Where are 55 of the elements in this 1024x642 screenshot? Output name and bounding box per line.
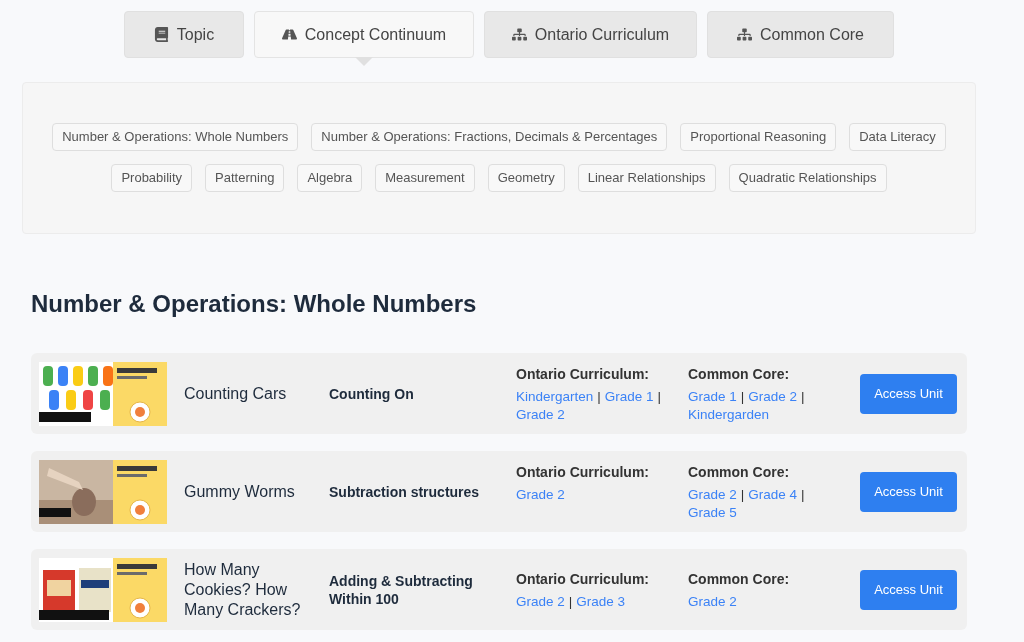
curriculum-heading: Ontario Curriculum: <box>516 364 650 384</box>
curriculum-heading: Ontario Curriculum: <box>516 462 650 482</box>
grade-link[interactable]: Grade 1 <box>688 387 737 406</box>
curriculum-heading: Common Core: <box>688 364 791 384</box>
tab[interactable]: Ontario Curriculum <box>484 11 697 58</box>
topic-tag[interactable]: Patterning <box>205 164 285 192</box>
separator: | <box>597 387 601 406</box>
unit-title: Counting Cars <box>184 383 288 404</box>
tab[interactable]: Common Core <box>707 11 894 58</box>
unit-title: Gummy Worms <box>184 481 296 502</box>
curriculum-heading: Ontario Curriculum: <box>516 569 650 589</box>
topic-tag[interactable]: Linear Relationships <box>577 164 716 192</box>
tab[interactable]: Topic <box>124 11 244 58</box>
topic-tag[interactable]: Number & Operations: Whole Numbers <box>52 123 299 151</box>
topic-tag[interactable]: Probability <box>111 164 193 192</box>
grade-link[interactable]: Kindergarden <box>688 405 770 424</box>
separator: | <box>657 387 662 406</box>
access-unit-button[interactable]: Access Unit <box>860 569 957 610</box>
separator: | <box>801 387 805 406</box>
grade-link[interactable]: Grade 4 <box>748 485 798 504</box>
topic-tag[interactable]: Geometry <box>487 164 565 192</box>
separator: | <box>801 485 805 504</box>
separator: | <box>568 592 573 611</box>
grade-link[interactable]: Grade 1 <box>604 387 654 406</box>
grade-link[interactable]: Grade 2 <box>516 485 565 504</box>
access-unit-button[interactable]: Access Unit <box>860 471 957 512</box>
grade-link[interactable]: Grade 3 <box>576 592 626 611</box>
unit-title: How Many Cookies? How Many Crackers? <box>184 559 302 620</box>
topic-tag[interactable]: Algebra <box>297 164 363 192</box>
unit-concept: Adding & Subtracting Within 100 <box>329 571 474 608</box>
curriculum-heading: Common Core: <box>688 569 791 589</box>
topic-tag[interactable]: Data Literacy <box>849 123 946 151</box>
grade-link[interactable]: Grade 5 <box>688 503 737 522</box>
separator: | <box>740 387 745 406</box>
sitemap-icon <box>511 27 527 42</box>
section-heading: Number & Operations: Whole Numbers <box>31 289 478 319</box>
unit-concept: Counting On <box>329 384 415 403</box>
topic-tag[interactable]: Measurement <box>375 164 475 192</box>
tab-pointer <box>355 57 373 66</box>
grade-link[interactable]: Grade 2 <box>688 592 737 611</box>
unit-concept: Subtraction structures <box>329 482 481 501</box>
book-icon <box>153 27 169 42</box>
grade-link[interactable]: Grade 2 <box>688 485 737 504</box>
topic-tag[interactable]: Quadratic Relationships <box>728 164 887 192</box>
curriculum-heading: Common Core: <box>688 462 791 482</box>
grade-link[interactable]: Grade 2 <box>516 592 565 611</box>
access-unit-button[interactable]: Access Unit <box>860 373 957 414</box>
grade-link[interactable]: Kindergarten <box>516 387 594 406</box>
separator: | <box>740 485 745 504</box>
grade-link[interactable]: Grade 2 <box>748 387 798 406</box>
grade-link[interactable]: Grade 2 <box>516 405 565 424</box>
road-icon <box>281 27 297 42</box>
sitemap-icon <box>737 27 752 42</box>
topic-tag[interactable]: Proportional Reasoning <box>680 123 837 151</box>
topic-tag[interactable]: Number & Operations: Fractions, Decimals & Percentages <box>311 123 668 151</box>
